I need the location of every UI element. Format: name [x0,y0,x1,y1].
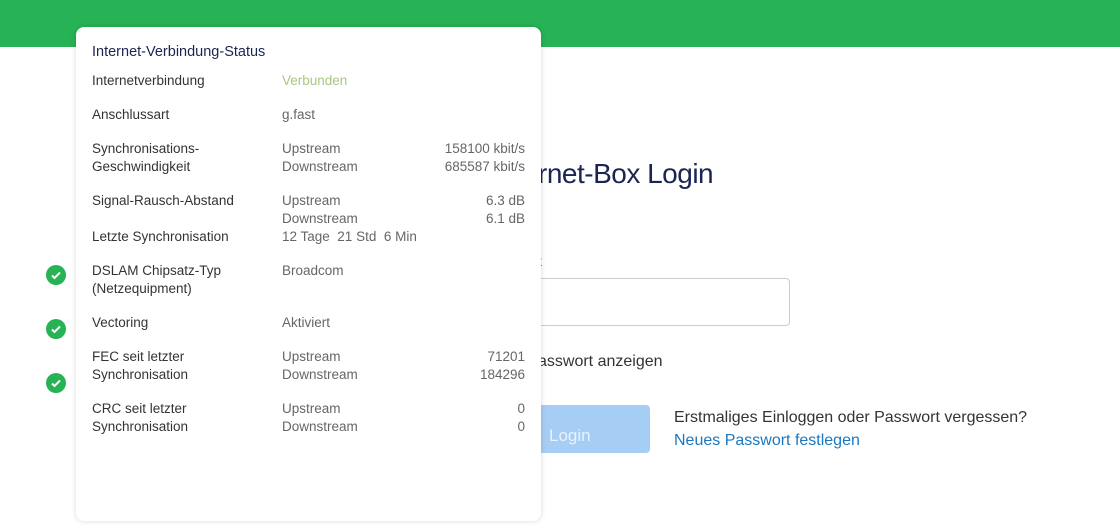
show-password-label[interactable]: asswort anzeigen [538,353,663,371]
connection-status-popover: Internet-Verbindung-Status Internetverbi… [76,27,541,521]
row-type: Anschlussart g.fast [92,107,316,122]
check-icon[interactable] [46,319,66,339]
password-input[interactable] [500,278,790,326]
row-dslam: DSLAM Chipsatz-Typ (Netzequipment) Broadc… [92,263,344,296]
row-snr: Signal-Rausch-Abstand Upstream 6.3 dB Dow… [92,193,525,226]
page-title: rnet-Box Login [538,158,714,189]
connection-status: Verbunden [282,73,348,88]
row-sync-speed: Synchronisations- Geschwindigkeit Upstrea… [92,141,525,174]
row-crc: CRC seit letzter Synchronisation Upstream… [92,401,525,434]
first-login-text: Erstmaliges Einloggen oder Passwort verg… [674,409,1028,426]
check-icon[interactable] [46,373,66,393]
row-vectoring: Vectoring Aktiviert [92,315,331,330]
row-fec: FEC seit letzter Synchronisation Upstream… [92,349,525,382]
check-icon[interactable] [46,265,66,285]
new-password-link[interactable]: Neues Passwort festlegen [674,432,860,450]
popover-title: Internet-Verbindung-Status [92,44,266,60]
row-last-sync: Letzte Synchronisation 12 Tage 21 Std 6 … [92,229,417,244]
row-connection: Internetverbindung Verbunden [92,72,525,90]
